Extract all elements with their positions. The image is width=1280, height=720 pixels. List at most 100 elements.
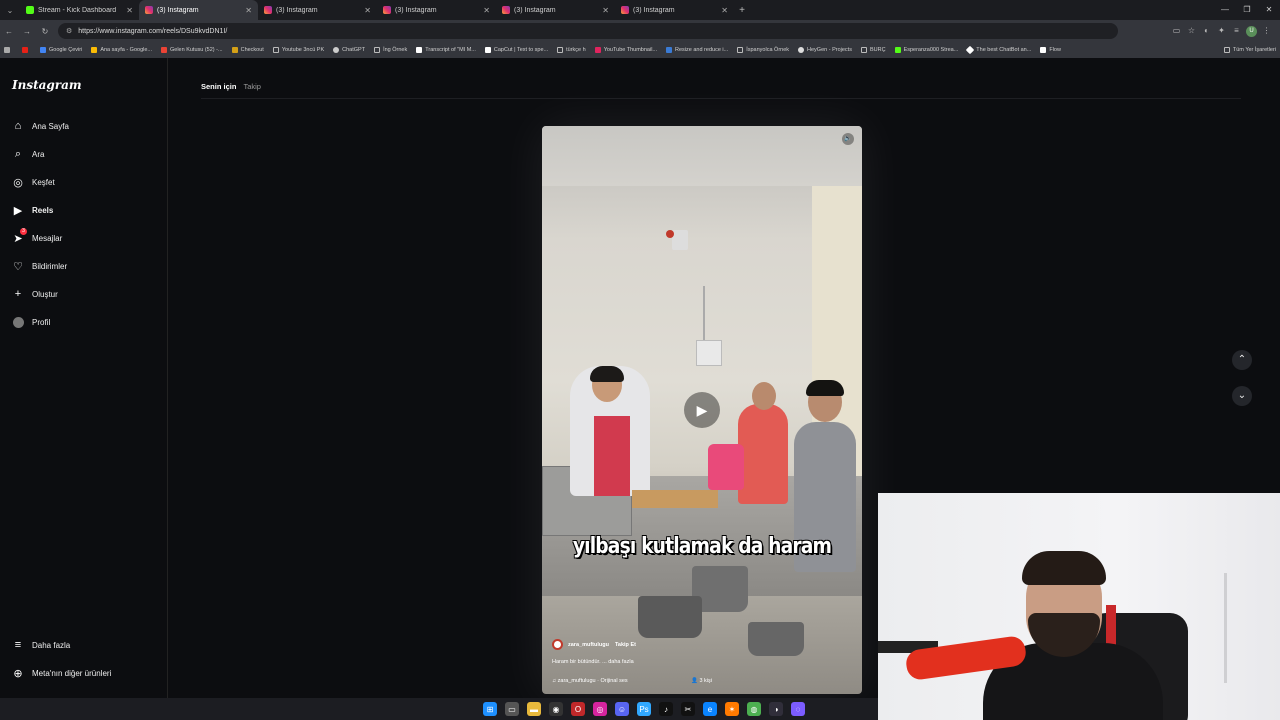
file-explorer-icon[interactable]: ▬ [527,702,541,716]
chrome-icon[interactable]: ◍ [747,702,761,716]
discord-icon[interactable]: ☺ [615,702,629,716]
apps-icon[interactable] [4,47,13,53]
video-scene-person [738,404,788,504]
sidebar-item-meta-products[interactable]: ⊕ Meta'nın diğer ürünleri [12,667,112,680]
tiktok-icon[interactable]: ♪ [659,702,673,716]
bookmark-item[interactable]: Gelen Kutusu (52) -... [161,47,223,53]
profile-avatar[interactable]: U [1246,25,1257,37]
task-view-icon[interactable]: ▭ [505,702,519,716]
opera-icon[interactable]: O [571,702,585,716]
tab-search-icon[interactable]: ⌄ [0,0,20,20]
reload-icon[interactable]: ↻ [36,27,54,36]
bookmark-folder[interactable]: İspanyolca Örnek [737,47,789,53]
app-icon[interactable]: ◉ [549,702,563,716]
bookmark-item[interactable]: Ana sayfa - Google... [91,47,152,53]
bookmark-item[interactable]: The best ChatBot an... [966,45,1031,55]
browser-tab[interactable]: (3) Instagram ✕ [615,0,734,20]
bookmark-folder[interactable]: BURÇ [860,47,886,53]
new-tab-icon[interactable]: + [734,5,750,16]
close-icon[interactable]: ✕ [245,6,252,15]
volume-icon[interactable]: 🔈 [842,133,854,145]
windows-start-icon[interactable]: ⊞ [483,702,497,716]
site-info-icon[interactable]: ⚙ [66,27,72,35]
sidebar-item-notifications[interactable]: ♡ Bildirimler [12,260,67,273]
bookmark-folder[interactable]: Youtube 3ncü PK [272,47,324,53]
sidebar-item-create[interactable]: + Oluştur [12,288,58,300]
play-button[interactable]: ▶ [684,392,720,428]
audio-link[interactable]: ♫ zara_muftulugu · Orijinal ses [552,678,628,684]
extension-icon[interactable]: ◐ [1199,26,1214,37]
window-controls: — ❐ ✕ [1214,0,1280,20]
bookmark-item[interactable]: ChatGPT [333,47,365,53]
close-icon[interactable]: ✕ [721,6,728,15]
app-icon[interactable]: ◌ [791,702,805,716]
menu-dots-icon[interactable]: ⋮ [1259,26,1274,37]
forward-icon[interactable]: → [18,27,36,36]
bookmark-item[interactable]: HeyGen - Projects [798,47,852,53]
close-window-icon[interactable]: ✕ [1258,0,1280,20]
follow-button[interactable]: Takip Et [615,642,636,648]
tagged-people[interactable]: 👤 3 kişi [691,678,712,684]
back-icon[interactable]: ← [0,27,18,36]
sidebar-item-label: Reels [32,205,54,215]
sidebar-item-label: Oluştur [32,289,58,299]
minimize-icon[interactable]: — [1214,0,1236,20]
browser-tab[interactable]: Stream - Kick Dashboard ✕ [20,0,139,20]
sidebar-item-label: Meta'nın diğer ürünleri [32,668,112,678]
browser-tab[interactable]: (3) Instagram ✕ [377,0,496,20]
maximize-icon[interactable]: ❐ [1236,0,1258,20]
browser-tab-active[interactable]: (3) Instagram ✕ [139,0,258,20]
capcut-icon[interactable]: ✂ [681,702,695,716]
bookmark-folder[interactable]: türkçe h [557,47,586,53]
all-bookmarks-folder[interactable]: Tüm Yer İşaretleri [1223,47,1276,53]
windows-taskbar: ⊞ ▭ ▬ ◉ O ◎ ☺ Ps ♪ ✂ e ✶ ◍ ◑ ◌ [0,698,878,720]
browser-tab[interactable]: (3) Instagram ✕ [258,0,377,20]
close-icon[interactable]: ✕ [126,6,133,15]
bookmark-item[interactable]: Resize and reduce i... [666,47,728,53]
edge-icon[interactable]: e [703,702,717,716]
cast-icon[interactable]: ▭ [1169,26,1184,37]
sidebar-item-explore[interactable]: ◎ Keşfet [12,176,55,189]
video-scene-hair [590,366,624,382]
star-icon[interactable]: ☆ [1184,26,1199,37]
bookmark-item[interactable]: Transcript of "MI M... [416,47,476,53]
tab-for-you[interactable]: Senin için [201,82,236,91]
bookmark-item[interactable]: Esperanza000 Strea... [894,47,958,53]
instagram-icon [621,6,629,14]
media-icon[interactable]: ≡ [1229,26,1244,37]
bookmark-item[interactable]: Google Çeviri [40,47,82,53]
instagram-logo[interactable]: Instagram [12,78,82,92]
hamburger-icon: ≡ [14,639,22,651]
obs-icon[interactable]: ◑ [769,702,783,716]
instagram-app-icon[interactable]: ◎ [593,702,607,716]
sidebar-item-more[interactable]: ≡ Daha fazla [12,639,70,651]
previous-reel-button[interactable]: ⌃ [1232,350,1252,370]
bookmark-item[interactable]: Flow [1040,47,1061,53]
tab-following[interactable]: Takip [243,82,261,91]
notification-badge: 3 [20,228,27,235]
url-field[interactable]: ⚙ https://www.instagram.com/reels/DSu9kv… [58,23,1118,39]
sidebar-item-search[interactable]: ⌕ Ara [12,148,45,160]
webcam-chair-accent [1106,605,1116,645]
browser-tab[interactable]: (3) Instagram ✕ [496,0,615,20]
puzzle-icon[interactable]: ✦ [1214,26,1229,37]
bookmark-item[interactable]: YouTube Thumbnail... [594,47,657,53]
sidebar-item-reels[interactable]: ▶ Reels [12,204,54,217]
reel-video[interactable]: 🔈 ▶ yılbaşı kutlamak da haram zara_muftu… [542,126,862,694]
close-icon[interactable]: ✕ [364,6,371,15]
close-icon[interactable]: ✕ [602,6,609,15]
reel-description[interactable]: Haram bir bütündür. ... daha fazla [552,659,852,665]
sidebar-item-profile[interactable]: Profil [12,316,50,328]
sidebar-item-messages[interactable]: ➤ 3 Mesajlar [12,228,62,245]
next-reel-button[interactable]: ⌄ [1232,386,1252,406]
sidebar-item-home[interactable]: ⌂ Ana Sayfa [12,120,69,132]
bookmark-folder[interactable]: İng Örnek [374,47,407,53]
app-icon[interactable]: ✶ [725,702,739,716]
bookmark-item[interactable]: CapCut | Text to spe... [484,47,548,53]
close-icon[interactable]: ✕ [483,6,490,15]
bookmark-item[interactable]: Checkout [231,47,264,53]
author-username[interactable]: zara_muftulugu [568,642,609,648]
photoshop-icon[interactable]: Ps [637,702,651,716]
youtube-bookmark-icon[interactable] [22,47,31,53]
author-avatar[interactable] [552,639,563,650]
